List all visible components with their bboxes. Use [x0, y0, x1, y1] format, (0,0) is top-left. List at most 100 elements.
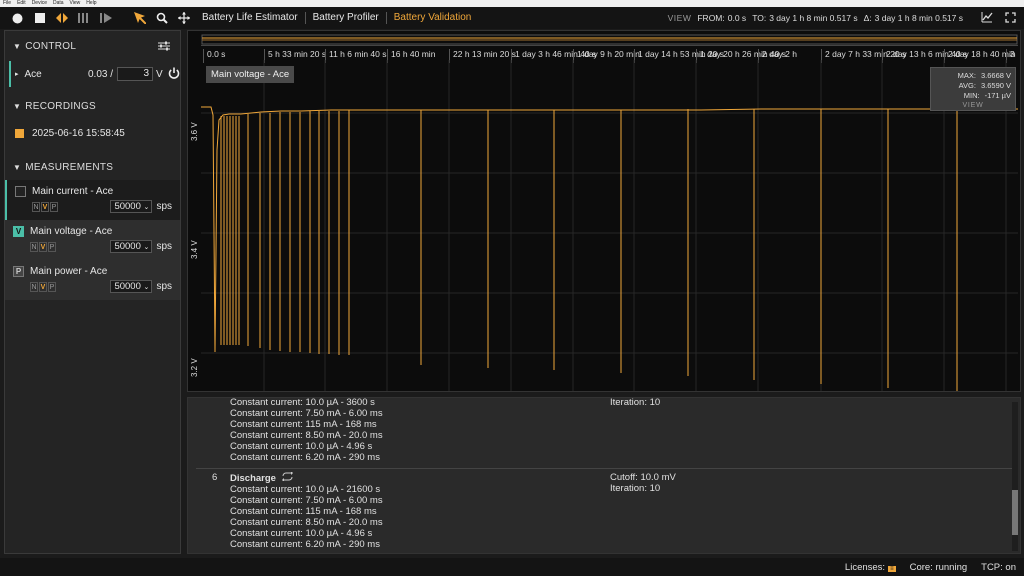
step-line: Constant current: 6.20 mA - 290 ms: [230, 452, 380, 463]
plot-panel[interactable]: 0.0 s 5 h 33 min 20 s 11 h 6 min 40 s 16…: [187, 30, 1021, 392]
repeat-icon[interactable]: [281, 471, 293, 484]
measurements-title: MEASUREMENTS: [25, 161, 114, 173]
control-section-header[interactable]: ▼ CONTROL: [5, 35, 180, 57]
stat-min-label: MIN:: [963, 91, 980, 100]
zoom-icon[interactable]: [155, 12, 168, 25]
toggle-v[interactable]: V: [39, 242, 47, 252]
view-tabs: Battery Life Estimator Battery Profiler …: [195, 7, 478, 29]
measurement-main-current[interactable]: Main current - Ace NVP 50000 ⌄ sps: [5, 180, 180, 220]
recording-item[interactable]: 2025-06-16 15:58:45: [5, 121, 180, 145]
toggle-v[interactable]: V: [41, 202, 49, 212]
from-value: 0.0 s: [727, 13, 747, 23]
caret-right-icon[interactable]: ▸: [15, 70, 19, 78]
skip-icon[interactable]: [99, 12, 112, 25]
step-params: Iteration: 10: [610, 397, 661, 408]
from-label: FROM:: [697, 13, 725, 23]
status-bar: Licenses: ≡ Core: running TCP: on: [0, 558, 1024, 576]
toggle-n[interactable]: N: [30, 242, 38, 252]
step-line: Constant current: 8.50 mA - 20.0 ms: [230, 430, 383, 441]
control-title: CONTROL: [25, 40, 77, 52]
tab-battery-life-estimator[interactable]: Battery Life Estimator: [195, 12, 306, 24]
setpoint-input[interactable]: 3: [117, 67, 153, 81]
sample-rate-select[interactable]: 50000 ⌄: [110, 240, 153, 253]
sample-rate-select[interactable]: 50000 ⌄: [110, 280, 153, 293]
step-lines: Discharge Constant current: 10.0 µA - 21…: [230, 471, 383, 550]
caret-down-icon: ▼: [13, 162, 22, 172]
step-line: Constant current: 10.0 µA - 4.96 s: [230, 441, 373, 452]
minimap[interactable]: [201, 33, 1018, 46]
y-axis-label: 3.4 V: [190, 240, 199, 259]
control-device-row: ▸ Ace 0.03 / 3 V: [9, 61, 180, 87]
power-icon[interactable]: [168, 67, 180, 83]
measurement-main-power[interactable]: P Main power - Ace NVP 50000 ⌄ sps: [5, 260, 180, 300]
step-param: Iteration: 10: [610, 483, 661, 494]
stat-max: 3.6668 V: [980, 71, 1011, 80]
toggle-n[interactable]: N: [32, 202, 40, 212]
step-line: Constant current: 8.50 mA - 20.0 ms: [230, 517, 383, 528]
toggle-p[interactable]: P: [48, 282, 56, 292]
stat-avg: 3.6590 V: [980, 81, 1011, 90]
step-line: Constant current: 10.0 µA - 3600 s: [230, 397, 375, 408]
stats-box[interactable]: MAX: 3.6668 V AVG: 3.6590 V MIN: -171 µV VI…: [930, 67, 1016, 111]
menu-data[interactable]: Data: [53, 0, 64, 7]
record-icon[interactable]: [11, 12, 24, 25]
y-axis-label: 3.6 V: [190, 122, 199, 141]
toggle-v[interactable]: V: [39, 282, 47, 292]
stop-icon[interactable]: [33, 12, 46, 25]
toggle-p[interactable]: P: [48, 242, 56, 252]
to-value: 3 day 1 h 8 min 0.517 s: [769, 13, 858, 23]
sps-unit: sps: [156, 201, 172, 212]
step-params: Cutoff: 10.0 mV Iteration: 10: [610, 472, 676, 494]
licenses-status[interactable]: Licenses: ≡: [845, 562, 896, 573]
chart-icon[interactable]: [981, 11, 993, 25]
recordings-section-header[interactable]: ▼ RECORDINGS: [5, 95, 180, 117]
toggle-p[interactable]: P: [50, 202, 58, 212]
setpoint-unit: V: [156, 68, 163, 80]
checkbox[interactable]: [15, 185, 26, 197]
stat-view-button[interactable]: VIEW: [962, 101, 983, 111]
to-label: TO:: [752, 13, 767, 23]
step-list-panel[interactable]: Constant current: 10.0 µA - 3600 s Const…: [187, 397, 1021, 554]
recording-label: 2025-06-16 15:58:45: [32, 127, 125, 139]
caret-down-icon: ▼: [13, 101, 22, 111]
stat-max-label: MAX:: [957, 71, 976, 80]
view-range: VIEW FROM: 0.0 s TO: 3 day 1 h 8 min 0.5…: [668, 7, 1016, 29]
measurement-main-voltage[interactable]: V Main voltage - Ace NVP 50000 ⌄ sps: [5, 220, 180, 260]
scrollbar[interactable]: [1012, 402, 1018, 551]
trace-label-chip[interactable]: Main voltage - Ace: [206, 66, 295, 83]
voltage-trace-svg: [201, 60, 1018, 391]
menu-edit[interactable]: Edit: [17, 0, 26, 7]
step-title: Discharge: [230, 472, 276, 484]
sample-rate-select[interactable]: 50000 ⌄: [110, 200, 153, 213]
step-param: Iteration: 10: [610, 397, 661, 408]
sps-unit: sps: [156, 281, 172, 292]
menu-help[interactable]: Help: [86, 0, 96, 7]
step-number: 6: [212, 472, 218, 483]
checkbox-checked[interactable]: V: [13, 225, 24, 237]
step-line: Constant current: 115 mA - 168 ms: [230, 506, 377, 517]
sliders-icon[interactable]: [158, 41, 170, 54]
tab-battery-validation[interactable]: Battery Validation: [387, 12, 479, 24]
scrollbar-thumb[interactable]: [1012, 490, 1018, 535]
menu-view[interactable]: View: [70, 0, 81, 7]
bars-icon[interactable]: [77, 12, 90, 25]
step-line: Constant current: 7.50 mA - 6.00 ms: [230, 495, 383, 506]
sps-unit: sps: [156, 241, 172, 252]
step-line: Constant current: 10.0 µA - 21600 s: [230, 484, 381, 495]
voltage-plot[interactable]: [201, 60, 1018, 391]
step-lines: Constant current: 10.0 µA - 3600 s Const…: [230, 397, 383, 463]
recordings-title: RECORDINGS: [25, 100, 97, 112]
fit-icon[interactable]: [55, 12, 68, 25]
tab-battery-profiler[interactable]: Battery Profiler: [306, 12, 387, 24]
fullscreen-icon[interactable]: [1005, 11, 1016, 25]
time-axis[interactable]: 0.0 s 5 h 33 min 20 s 11 h 6 min 40 s 16…: [201, 46, 1018, 63]
checkbox-power[interactable]: P: [13, 265, 24, 277]
toggle-n[interactable]: N: [30, 282, 38, 292]
measurements-section-header[interactable]: ▼ MEASUREMENTS: [5, 156, 180, 178]
pointer-icon[interactable]: [133, 12, 146, 25]
control-device-name: Ace: [24, 68, 42, 80]
menu-device[interactable]: Device: [32, 0, 47, 7]
pan-icon[interactable]: [177, 12, 190, 25]
tcp-status: TCP: on: [981, 561, 1016, 573]
menu-file[interactable]: File: [3, 0, 11, 7]
